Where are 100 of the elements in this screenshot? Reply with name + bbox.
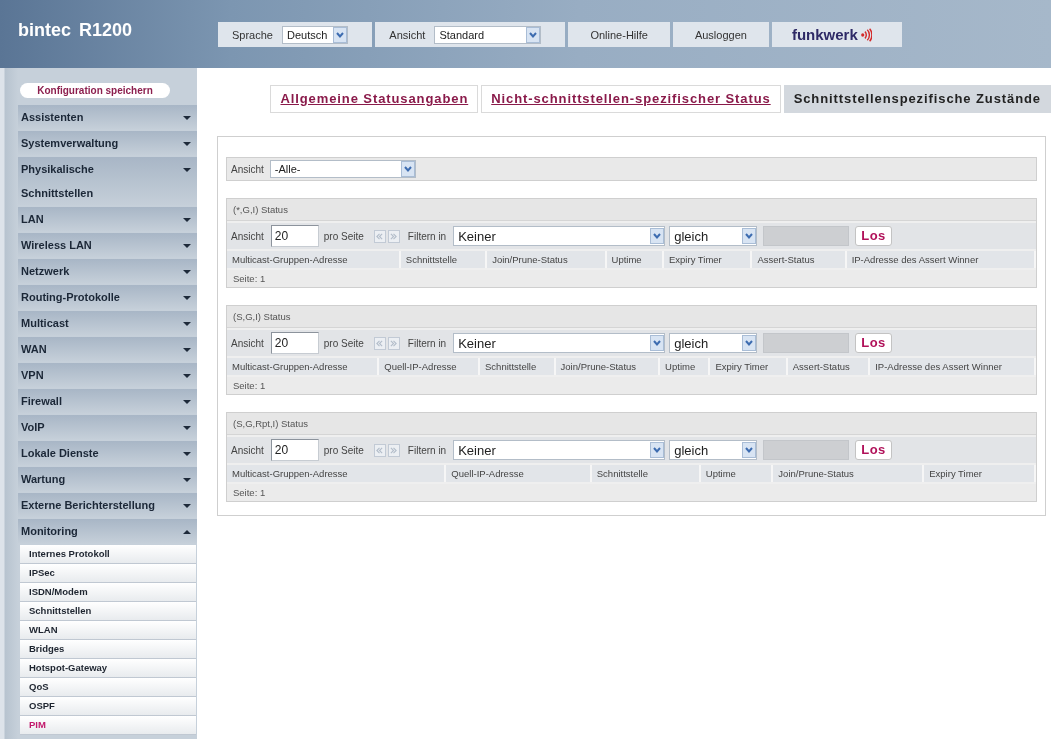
dropdown[interactable]: Keiner: [453, 440, 666, 460]
page-indicator: Seite: 1: [233, 380, 266, 391]
dropdown[interactable]: -Alle-: [269, 160, 416, 178]
field-label: Filtern in: [407, 337, 447, 349]
field-label: Ansicht: [231, 444, 264, 456]
sidebar-item[interactable]: Wartung: [18, 467, 197, 491]
field-label: Filtern in: [407, 230, 447, 242]
column-header: Assert-Status: [786, 358, 870, 375]
sidebar-item[interactable]: Externe Berichterstellung: [18, 493, 197, 517]
column-header: Multicast-Gruppen-Adresse: [227, 358, 379, 375]
field-label: Ansicht: [231, 230, 264, 242]
column-header: Multicast-Gruppen-Adresse: [227, 251, 400, 268]
chevron-down-icon: [650, 335, 665, 351]
input-field[interactable]: 20: [270, 439, 319, 461]
sidebar-item[interactable]: Monitoring: [18, 519, 197, 543]
sidebar-item[interactable]: Routing-Protokolle: [18, 285, 197, 309]
chevron-down-icon: [742, 442, 757, 458]
column-header: Assert-Status: [751, 251, 846, 268]
column-header: Schnittstelle: [399, 251, 487, 268]
column-header: Uptime: [605, 251, 663, 268]
column-header: Uptime: [659, 358, 710, 375]
sidebar-item[interactable]: VPN: [18, 363, 197, 387]
column-header: Schnittstelle: [590, 465, 700, 482]
chevron-down-icon: [333, 26, 348, 43]
column-header: Uptime: [699, 465, 773, 482]
save-config-button[interactable]: Konfiguration speichern: [20, 83, 170, 98]
field-label: Sprache: [232, 28, 273, 41]
column-header: Join/Prune-Status: [554, 358, 660, 375]
column-header: Expiry Timer: [923, 465, 1035, 482]
field-label: Ansicht: [231, 163, 264, 175]
column-header: Expiry Timer: [709, 358, 787, 375]
column-header: IP-Adresse des Assert Winner: [845, 251, 1035, 268]
toolbar-button[interactable]: Online-Hilfe: [568, 22, 670, 47]
column-header: Quell-IP-Adresse: [378, 358, 480, 375]
sidebar-subitem[interactable]: ISDN/Modem: [20, 583, 196, 602]
chevron-down-icon: [526, 26, 541, 43]
field-label: pro Seite: [323, 230, 364, 242]
double-chevron-right-icon: [390, 446, 398, 454]
sidebar-item[interactable]: LAN: [18, 207, 197, 231]
column-header: IP-Adresse des Assert Winner: [869, 358, 1035, 375]
double-chevron-left-icon: [376, 339, 384, 347]
field-label: Ansicht: [231, 337, 264, 349]
chevron-down-icon: [742, 335, 757, 351]
tab[interactable]: Nicht-schnittstellen-spezifischer Status: [481, 85, 781, 113]
go-button[interactable]: Los: [855, 440, 892, 460]
field-label: pro Seite: [323, 337, 364, 349]
dropdown[interactable]: Standard: [434, 25, 542, 44]
input-field[interactable]: 20: [270, 332, 319, 354]
sidebar-subitem[interactable]: PIM: [20, 716, 196, 735]
sidebar-subitem[interactable]: QoS: [20, 678, 196, 697]
sidebar-item[interactable]: Systemverwaltung: [18, 131, 197, 155]
chevron-down-icon: [742, 228, 757, 244]
field-label: pro Seite: [323, 444, 364, 456]
sidebar-item[interactable]: WAN: [18, 337, 197, 361]
double-chevron-right-icon: [390, 232, 398, 240]
tab[interactable]: Allgemeine Statusangaben: [270, 85, 479, 113]
go-button[interactable]: Los: [855, 333, 892, 353]
sidebar-item[interactable]: Netzwerk: [18, 259, 197, 283]
page-indicator: Seite: 1: [233, 487, 266, 498]
sidebar-subitem[interactable]: Bridges: [20, 640, 196, 659]
chevron-down-icon: [400, 161, 415, 177]
dropdown[interactable]: Keiner: [453, 226, 666, 246]
sidebar-item[interactable]: Lokale Dienste: [18, 441, 197, 465]
column-header: Multicast-Gruppen-Adresse: [227, 465, 446, 482]
dropdown[interactable]: gleich: [669, 226, 758, 246]
sidebar-subitem[interactable]: WLAN: [20, 621, 196, 640]
chevron-down-icon: [650, 442, 665, 458]
double-chevron-right-icon: [390, 339, 398, 347]
sidebar-item[interactable]: Multicast: [18, 311, 197, 335]
sidebar-subitem[interactable]: Internes Protokoll: [20, 545, 196, 564]
sidebar-subitem[interactable]: Schnittstellen: [20, 602, 196, 621]
section-title: (S,G,Rpt,I) Status: [233, 418, 308, 429]
column-header: Join/Prune-Status: [486, 251, 606, 268]
dropdown[interactable]: Keiner: [453, 333, 666, 353]
sidebar-item[interactable]: Firewall: [18, 389, 197, 413]
page-indicator: Seite: 1: [233, 273, 266, 284]
column-header: Schnittstelle: [479, 358, 555, 375]
sidebar-item[interactable]: VoIP: [18, 415, 197, 439]
sidebar-subitem[interactable]: IPSec: [20, 564, 196, 583]
chevron-down-icon: [650, 228, 665, 244]
section-title: (*,G,I) Status: [233, 204, 288, 215]
signal-waves-icon: [860, 27, 872, 42]
double-chevron-left-icon: [376, 232, 384, 240]
sidebar-subitem[interactable]: Hotspot-Gateway: [20, 659, 196, 678]
field-label: Filtern in: [407, 444, 447, 456]
sidebar-subitem[interactable]: OSPF: [20, 697, 196, 716]
dropdown[interactable]: gleich: [669, 333, 758, 353]
dropdown[interactable]: gleich: [669, 440, 758, 460]
section-title: (S,G,I) Status: [233, 311, 291, 322]
column-header: Quell-IP-Adresse: [445, 465, 591, 482]
tab[interactable]: Schnittstellenspezifische Zustände: [783, 85, 1051, 113]
sidebar-item[interactable]: Wireless LAN: [18, 233, 197, 257]
sidebar-item[interactable]: Assistenten: [18, 105, 197, 129]
logo-text: funkwerk: [791, 26, 858, 43]
input-field[interactable]: 20: [270, 225, 319, 247]
dropdown[interactable]: Deutsch: [282, 25, 349, 44]
toolbar-button[interactable]: Ausloggen: [672, 22, 769, 47]
column-header: Expiry Timer: [663, 251, 752, 268]
product-name: bintec R1200: [18, 19, 133, 41]
go-button[interactable]: Los: [855, 226, 892, 246]
